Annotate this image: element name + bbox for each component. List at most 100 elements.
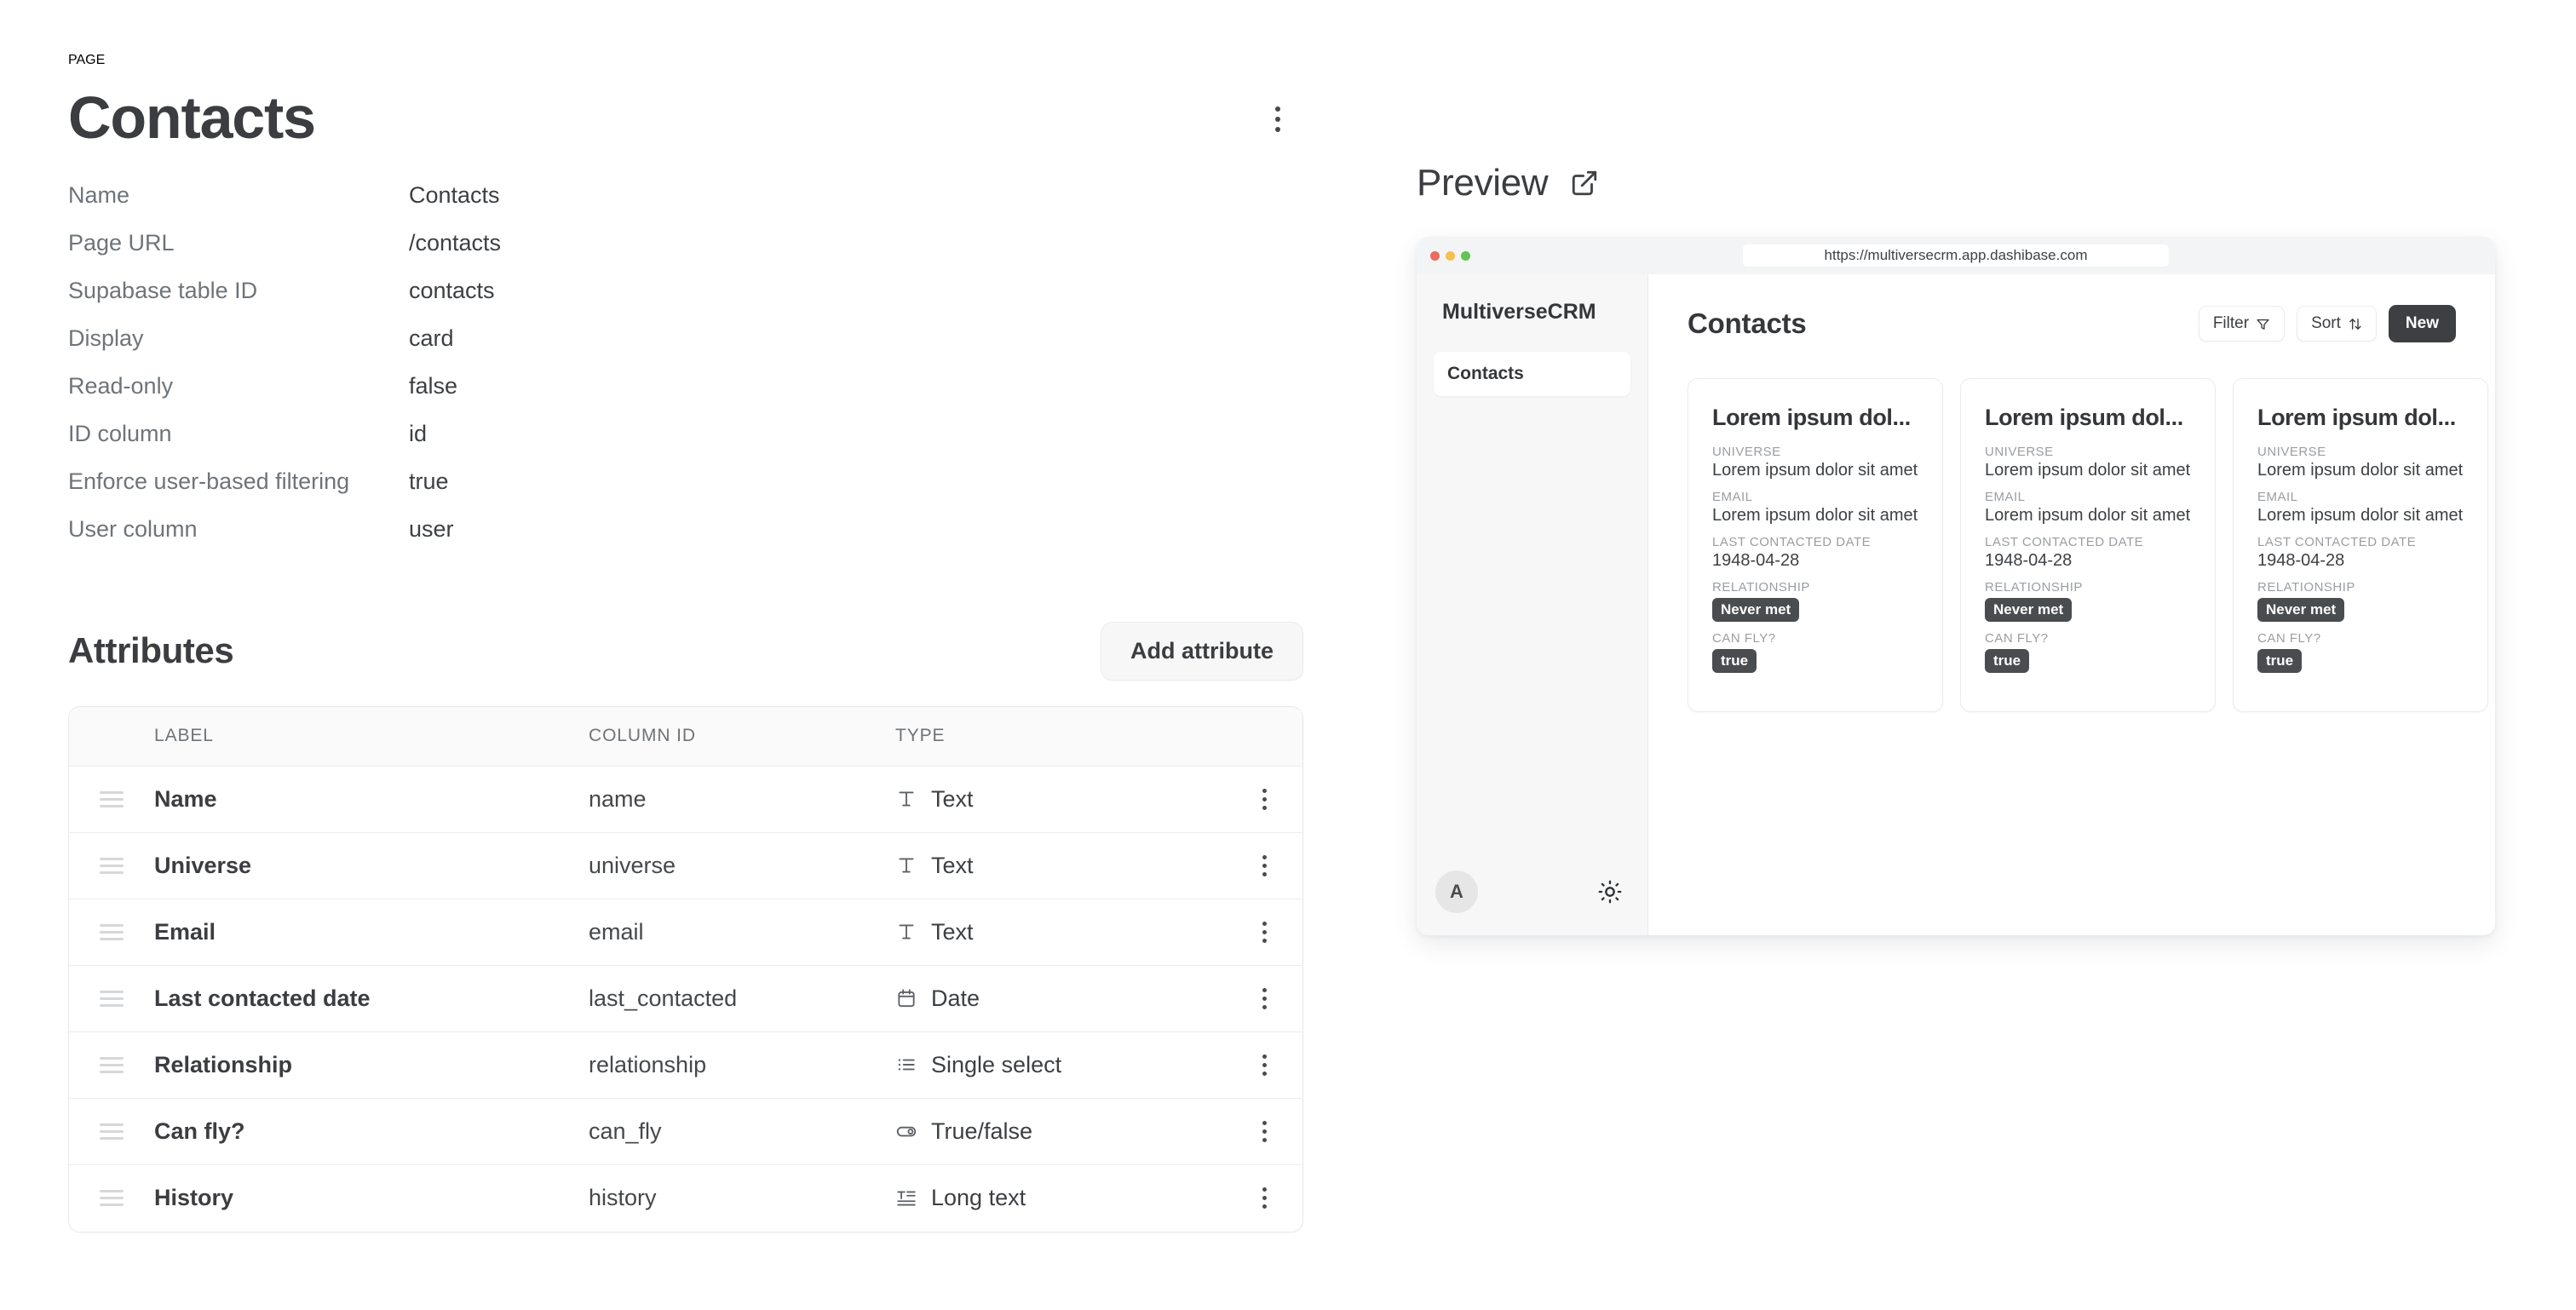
record-card[interactable]: Lorem ipsum dol... UNIVERSE Lorem ipsum do… [1960,378,2216,712]
row-options-menu-button[interactable] [1262,921,1267,943]
property-value: /contacts [409,229,502,256]
table-row[interactable]: Relationship relationship Single select [69,1031,1302,1099]
row-options-menu-button[interactable] [1262,987,1267,1009]
sun-icon[interactable] [1598,880,1622,904]
record-field-value: 1948-04-28 [1712,551,1800,570]
row-options-cell[interactable] [1226,921,1302,943]
drag-handle-cell[interactable] [69,790,154,807]
table-row[interactable]: Name name Text [69,766,1302,833]
table-row[interactable]: Email email Text [69,899,1302,966]
property-key: Read-only [68,372,174,399]
drag-handle-cell[interactable] [69,857,154,874]
calendar-icon [895,987,917,1009]
page-options-menu-button[interactable] [1259,101,1297,138]
drag-handle-cell[interactable] [69,923,154,940]
drag-handle-icon[interactable] [100,990,124,1007]
app-main-content: Contacts Filter Sort New Lorem ipsum dol… [1648,274,2495,935]
row-options-menu-button[interactable] [1262,1120,1267,1142]
drag-handle-icon[interactable] [100,790,124,807]
row-options-cell[interactable] [1226,854,1302,876]
record-field-tag: true [2257,649,2303,673]
row-options-cell[interactable] [1226,788,1302,810]
table-row[interactable]: History history Long text [69,1164,1302,1232]
record-card-grid: Lorem ipsum dol... UNIVERSE Lorem ipsum do… [1688,378,2495,712]
row-options-menu-button[interactable] [1262,788,1267,810]
attribute-type-cell: Text [895,919,1226,945]
attribute-type-label: Text [931,785,974,812]
external-link-icon[interactable] [1570,169,1599,198]
record-field-key: EMAIL [2257,490,2298,504]
app-main-header: Contacts Filter Sort New [1688,305,2495,342]
preview-panel: Preview https://multiversecrm.app.dashib… [1417,162,2498,935]
row-options-menu-button[interactable] [1262,1187,1267,1209]
traffic-light-close[interactable] [1430,250,1440,261]
drag-handle-cell[interactable] [69,1123,154,1140]
drag-handle-cell[interactable] [69,990,154,1007]
row-options-cell[interactable] [1226,1054,1302,1076]
row-options-menu-button[interactable] [1262,854,1267,876]
property-key: Display [68,325,144,351]
drag-handle-icon[interactable] [100,923,124,940]
traffic-light-maximize[interactable] [1461,250,1470,261]
row-options-menu-button[interactable] [1262,1054,1267,1076]
record-field-tag: Never met [1712,598,1800,622]
record-field-value: Lorem ipsum dolor sit amet [1712,461,1918,480]
record-field-value: 1948-04-28 [2257,551,2345,570]
drag-handle-icon[interactable] [100,1123,124,1140]
drag-handle-icon[interactable] [100,1190,124,1206]
drag-handle-icon[interactable] [100,1056,124,1073]
record-field: UNIVERSE Lorem ipsum dolor sit amet [1985,445,2191,480]
record-field-tag: true [1985,649,2030,673]
drag-handle-icon[interactable] [100,857,124,874]
sort-button[interactable]: Sort [2297,306,2377,342]
record-field-key: EMAIL [1712,490,1753,504]
record-field: UNIVERSE Lorem ipsum dolor sit amet [2257,445,2464,480]
table-row[interactable]: Last contacted date last_contacted Date [69,965,1302,1032]
record-field-key: LAST CONTACTED DATE [1985,535,2144,549]
property-value: card [409,325,454,351]
record-field-key: LAST CONTACTED DATE [2257,535,2417,549]
record-card-title: Lorem ipsum dol... [1712,405,1911,430]
property-value: Contacts [409,181,500,208]
property-row: ID column id [68,421,1303,468]
attribute-label: Universe [154,852,252,878]
record-field-key: CAN FLY? [2257,631,2321,646]
record-field: LAST CONTACTED DATE 1948-04-28 [2257,535,2464,571]
table-row[interactable]: Universe universe Text [69,832,1302,899]
new-record-button[interactable]: New [2388,305,2456,342]
add-attribute-button[interactable]: Add attribute [1101,621,1303,681]
record-field: CAN FLY? true [2257,631,2464,673]
record-field: RELATIONSHIP Never met [2257,580,2464,622]
record-field-tag: Never met [2257,598,2345,622]
attributes-table: LABEL COLUMN ID TYPE Name name Text Univers… [68,705,1303,1232]
row-options-cell[interactable] [1226,1120,1302,1142]
record-card[interactable]: Lorem ipsum dol... UNIVERSE Lorem ipsum do… [1688,378,1943,712]
kebab-dot [1275,127,1280,132]
drag-handle-cell[interactable] [69,1190,154,1206]
traffic-light-minimize[interactable] [1446,250,1455,261]
filter-button[interactable]: Filter [2198,306,2286,342]
avatar[interactable]: A [1435,870,1478,913]
drag-handle-cell[interactable] [69,1056,154,1073]
attribute-type-label: Date [931,985,980,1011]
attribute-column-id: last_contacted [589,985,738,1011]
app-brand-name: MultiverseCRM [1442,300,1596,324]
row-options-cell[interactable] [1226,1187,1302,1209]
record-field: EMAIL Lorem ipsum dolor sit amet [2257,490,2464,526]
browser-url-bar[interactable]: https://multiversecrm.app.dashibase.com [1743,244,2169,267]
record-card[interactable]: Lorem ipsum dol... UNIVERSE Lorem ipsum do… [2233,378,2488,712]
record-field-key: RELATIONSHIP [2257,580,2355,595]
table-row[interactable]: Can fly? can_fly True/false [69,1098,1302,1165]
row-options-cell[interactable] [1226,987,1302,1009]
record-field: CAN FLY? true [1712,631,1918,673]
sort-arrows-icon [2348,317,2362,331]
property-row: Page URL/contacts [68,230,1303,278]
sidebar-item-contacts[interactable]: Contacts [1434,352,1630,396]
attribute-type-label: True/false [931,1118,1033,1144]
record-field-key: CAN FLY? [1985,631,2049,646]
property-key: Supabase table ID [68,277,258,303]
record-field-value: Lorem ipsum dolor sit amet [2257,461,2464,480]
property-value: false [409,372,458,399]
record-field-value: Lorem ipsum dolor sit amet [1712,506,1918,525]
property-row: Read-only false [68,373,1303,421]
